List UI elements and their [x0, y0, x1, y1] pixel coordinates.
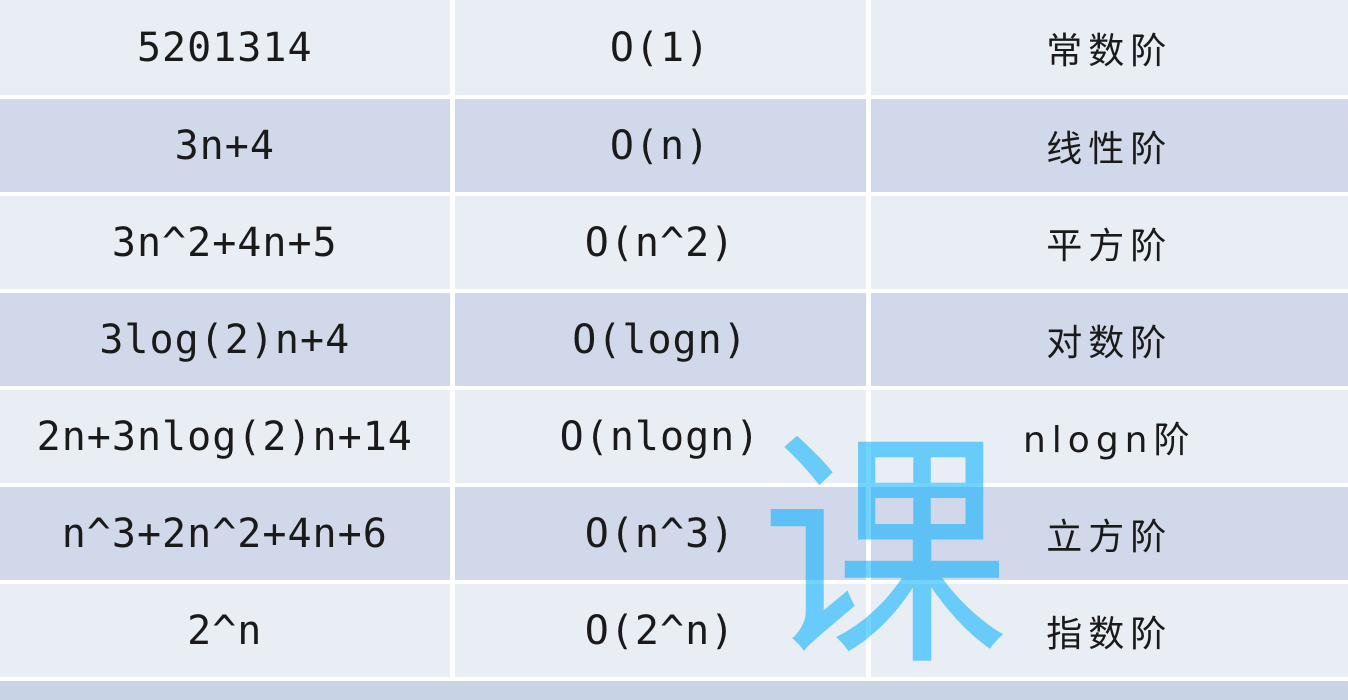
table-row: 2n+3nlog(2)n+14 O(nlogn) nlogn阶	[0, 388, 1348, 487]
expression-cell: 2^n	[0, 582, 455, 681]
big-o-cell: O(2^n)	[452, 582, 871, 681]
order-name-cell: 平方阶	[868, 194, 1348, 293]
order-name-cell: 常数阶	[868, 0, 1348, 99]
table-row: 2^n O(2^n) 指数阶	[0, 582, 1348, 681]
expression-cell: 3log(2)n+4	[0, 291, 455, 390]
expression-cell: 5201314	[0, 0, 455, 99]
order-name-cell: 指数阶	[868, 582, 1348, 681]
table-row: n^3+2n^2+4n+6 O(n^3) 立方阶	[0, 485, 1348, 584]
table-row: 5201314 O(1) 常数阶	[0, 0, 1348, 99]
table-row: 3log(2)n+4 O(logn) 对数阶	[0, 291, 1348, 390]
big-o-cell: O(nlogn)	[452, 388, 871, 487]
big-o-cell: O(logn)	[452, 291, 871, 390]
complexity-table: 5201314 O(1) 常数阶 3n+4 O(n) 线性阶 3n^2+4n+5…	[0, 0, 1348, 681]
expression-cell: 3n^2+4n+5	[0, 194, 455, 293]
big-o-cell: O(n^2)	[452, 194, 871, 293]
table-row: 3n^2+4n+5 O(n^2) 平方阶	[0, 194, 1348, 293]
expression-cell: 2n+3nlog(2)n+14	[0, 388, 455, 487]
table-row: 3n+4 O(n) 线性阶	[0, 97, 1348, 196]
expression-cell: n^3+2n^2+4n+6	[0, 485, 455, 584]
expression-cell: 3n+4	[0, 97, 455, 196]
order-name-cell: 线性阶	[868, 97, 1348, 196]
big-o-cell: O(n^3)	[452, 485, 871, 584]
big-o-cell: O(1)	[452, 0, 871, 99]
big-o-cell: O(n)	[452, 97, 871, 196]
order-name-cell: 对数阶	[868, 291, 1348, 390]
order-name-cell: 立方阶	[868, 485, 1348, 584]
order-name-cell: nlogn阶	[868, 388, 1348, 487]
